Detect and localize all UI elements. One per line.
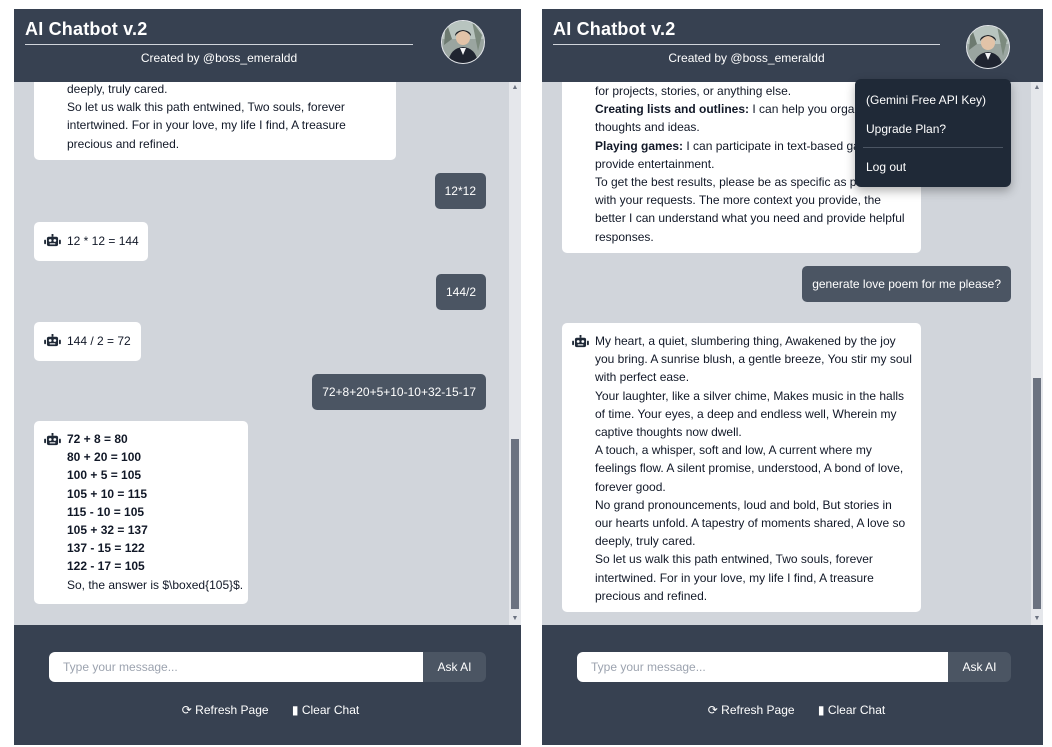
- refresh-page-button[interactable]: ⟳ Refresh Page: [708, 703, 795, 717]
- app-subtitle: Created by @boss_emeraldd: [140, 51, 298, 65]
- refresh-page-button[interactable]: ⟳ Refresh Page: [182, 703, 269, 717]
- app-title: AI Chatbot v.2: [553, 19, 676, 39]
- message-line: My heart, a quiet, slumbering thing, Awa…: [595, 334, 896, 348]
- message-line: 105 + 10 = 115: [67, 486, 148, 501]
- menu-item-log-out[interactable]: Log out: [866, 160, 906, 174]
- header-divider: [25, 44, 413, 45]
- message-line: A touch, a whisper, soft and low, A curr…: [595, 443, 872, 458]
- chat-window-left: AI Chatbot v.2 Created by @boss_emeraldd…: [14, 9, 521, 745]
- message-line: So let us walk this path entwined, Two s…: [67, 100, 345, 115]
- app-header: AI Chatbot v.2 Created by @boss_emeraldd: [14, 9, 521, 82]
- message-line: better I can understand what you need an…: [595, 211, 905, 226]
- bot-message: My heart, a quiet, slumbering thing, Awa…: [562, 323, 921, 612]
- app-title: AI Chatbot v.2: [25, 19, 148, 39]
- scrollbar[interactable]: ▲ ▼: [1031, 82, 1043, 625]
- trash-icon: ▮: [291, 703, 302, 717]
- chat-footer: Ask AI ⟳ Refresh Page ▮ Clear Chat: [14, 625, 521, 745]
- bot-message: deeply, truly cared. So let us walk this…: [34, 82, 396, 160]
- message-line: 100 + 5 = 105: [67, 468, 142, 483]
- ask-ai-button[interactable]: Ask AI: [423, 652, 486, 682]
- message-text: 12 * 12 = 144: [67, 234, 139, 248]
- bot-message: 144 / 2 = 72: [34, 322, 141, 361]
- user-message: 72+8+20+5+10-10+32-15-17: [312, 374, 486, 410]
- menu-item-api-key[interactable]: (Gemini Free API Key): [866, 93, 986, 107]
- message-line: 115 - 10 = 105: [67, 504, 145, 519]
- message-line: our hearts unfold. A tapestry of moments…: [595, 516, 906, 531]
- bot-message: 72 + 8 = 80 80 + 20 = 100 100 + 5 = 105 …: [34, 421, 248, 604]
- message-line: intertwined. For in your love, my life I…: [595, 570, 874, 585]
- robot-icon: [44, 334, 61, 347]
- message-input[interactable]: [577, 652, 948, 682]
- message-line: 122 - 17 = 105: [67, 559, 145, 574]
- trash-icon: ▮: [817, 703, 828, 717]
- menu-item-upgrade-plan[interactable]: Upgrade Plan?: [866, 122, 946, 136]
- message-line: deeply, truly cared.: [67, 82, 168, 96]
- refresh-icon: ⟳: [181, 703, 196, 717]
- message-line: 80 + 20 = 100: [67, 450, 142, 465]
- message-line: So let us walk this path entwined, Two s…: [595, 552, 873, 567]
- message-line: precious and refined.: [67, 136, 180, 151]
- avatar[interactable]: [441, 20, 485, 64]
- app-header: AI Chatbot v.2 Created by @boss_emeraldd: [542, 9, 1043, 82]
- scroll-up-icon[interactable]: ▲: [1033, 84, 1041, 92]
- bot-message: 12 * 12 = 144: [34, 222, 148, 261]
- robot-icon: [44, 433, 61, 446]
- message-text: 144 / 2 = 72: [67, 334, 131, 348]
- message-line: forever good.: [595, 479, 666, 494]
- robot-icon: [44, 234, 61, 247]
- message-line: So, the answer is $\boxed{105}$.: [67, 577, 244, 592]
- clear-chat-button[interactable]: ▮ Clear Chat: [292, 703, 359, 717]
- message-line: precious and refined.: [595, 588, 708, 603]
- app-subtitle: Created by @boss_emeraldd: [668, 51, 825, 65]
- message-line: 72 + 8 = 80: [67, 432, 128, 446]
- menu-divider: [863, 147, 1003, 148]
- message-line: intertwined. For in your love, my life I…: [67, 118, 346, 133]
- header-divider: [553, 44, 940, 45]
- scroll-down-icon[interactable]: ▼: [511, 615, 519, 623]
- message-line: Your laughter, like a silver chime, Make…: [595, 388, 905, 403]
- chat-footer: Ask AI ⟳ Refresh Page ▮ Clear Chat: [542, 625, 1043, 745]
- message-line: with perfect ease.: [595, 370, 690, 385]
- message-line: 137 - 15 = 122: [67, 541, 145, 556]
- ask-ai-button[interactable]: Ask AI: [948, 652, 1011, 682]
- user-photo-icon: [967, 26, 1009, 68]
- message-input[interactable]: [49, 652, 423, 682]
- chat-messages: deeply, truly cared. So let us walk this…: [14, 82, 521, 625]
- message-line: feelings flow. A silent promise, underst…: [595, 461, 904, 476]
- user-photo-icon: [442, 21, 484, 63]
- scrollbar[interactable]: ▲ ▼: [509, 82, 521, 625]
- message-line: responses.: [595, 229, 654, 244]
- refresh-icon: ⟳: [707, 703, 722, 717]
- scroll-down-icon[interactable]: ▼: [1033, 615, 1041, 623]
- message-line: captive thoughts now dwell.: [595, 425, 742, 440]
- message-line: No grand pronouncements, loud and bold, …: [595, 497, 892, 512]
- robot-icon: [572, 335, 589, 348]
- avatar[interactable]: [966, 25, 1010, 69]
- message-line: of time. Your eyes, a deep and endless w…: [595, 406, 897, 421]
- scroll-up-icon[interactable]: ▲: [511, 84, 519, 92]
- user-message: 12*12: [434, 173, 486, 209]
- user-message: generate love poem for me please?: [802, 266, 1011, 302]
- user-message: 144/2: [435, 274, 486, 310]
- scrollbar-thumb[interactable]: [511, 439, 519, 609]
- message-line: deeply, truly cared.: [595, 534, 696, 549]
- message-line: you bring. A sunrise blush, a gentle bre…: [595, 352, 912, 367]
- account-dropdown-menu: (Gemini Free API Key) Upgrade Plan? Log …: [855, 79, 1011, 187]
- message-line: with your requests. The more context you…: [595, 193, 881, 208]
- clear-chat-button[interactable]: ▮ Clear Chat: [818, 703, 885, 717]
- scrollbar-thumb[interactable]: [1033, 378, 1041, 609]
- message-line: 105 + 32 = 137: [67, 523, 148, 538]
